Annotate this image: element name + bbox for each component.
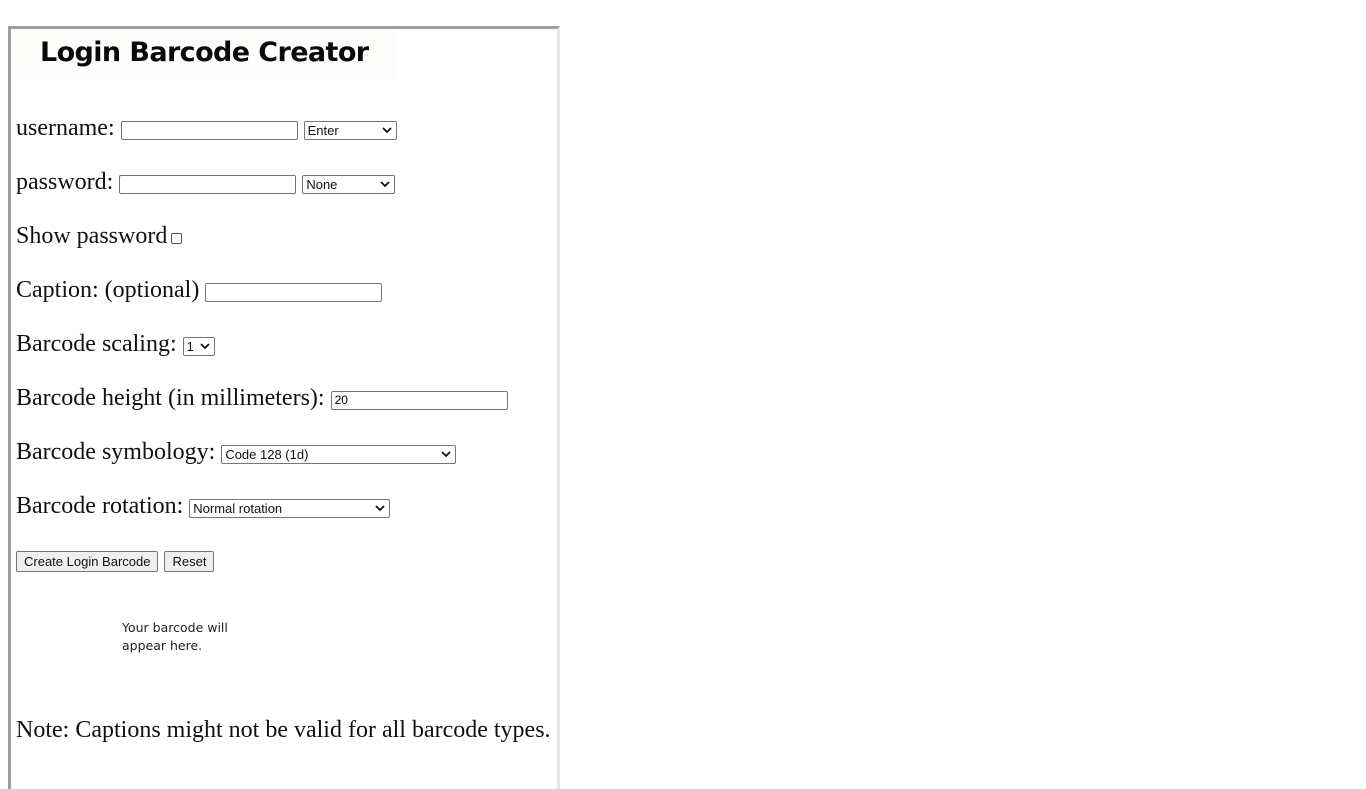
symbology-value: Code 128 (1d) (225, 446, 309, 462)
password-label: password: (16, 168, 114, 195)
chevron-down-icon (441, 450, 451, 457)
chevron-down-icon (375, 504, 385, 511)
caption-input[interactable] (205, 282, 383, 302)
rotation-value: Normal rotation (193, 500, 283, 516)
scaling-label: Barcode scaling: (16, 330, 177, 357)
symbology-select[interactable]: Code 128 (1d) (221, 444, 457, 464)
height-row: Barcode height (in millimeters): (16, 383, 508, 413)
rotation-label: Barcode rotation: (16, 492, 184, 519)
show-password-label: Show password (16, 222, 168, 249)
title-banner: Login Barcode Creator (13, 31, 395, 79)
symbology-row: Barcode symbology: Code 128 (1d) (16, 437, 457, 467)
password-input[interactable] (119, 174, 297, 194)
password-suffix-select[interactable]: None (302, 174, 396, 194)
reset-button[interactable]: Reset (164, 550, 215, 572)
username-label: username: (16, 114, 115, 141)
create-login-barcode-button[interactable]: Create Login Barcode (16, 550, 159, 572)
show-password-checkbox[interactable] (171, 232, 183, 244)
username-suffix-value: Enter (307, 122, 339, 138)
page-title: Login Barcode Creator (40, 37, 369, 68)
scaling-select[interactable]: 1 (182, 336, 215, 356)
scaling-row: Barcode scaling: 1 (16, 329, 215, 359)
barcode-output-placeholder: Your barcode will appear here. (122, 620, 228, 653)
barcode-height-input[interactable] (330, 390, 508, 410)
username-suffix-select[interactable]: Enter (303, 120, 397, 140)
show-password-row: Show password (16, 221, 183, 251)
password-row: password: None (16, 167, 396, 197)
chevron-down-icon (380, 180, 390, 187)
username-row: username: Enter (16, 113, 397, 143)
symbology-label: Barcode symbology: (16, 438, 216, 465)
rotation-row: Barcode rotation: Normal rotation (16, 491, 391, 521)
barcode-creator-frame: Login Barcode Creator username: Enter pa… (8, 26, 560, 789)
scaling-value: 1 (186, 338, 194, 354)
caption-label: Caption: (optional) (16, 276, 200, 303)
rotation-select[interactable]: Normal rotation (189, 498, 391, 518)
password-suffix-value: None (306, 176, 338, 192)
height-label: Barcode height (in millimeters): (16, 384, 325, 411)
caption-row: Caption: (optional) (16, 275, 383, 305)
action-buttons: Create Login Barcode Reset (16, 546, 220, 576)
username-input[interactable] (120, 120, 298, 140)
captions-note: Note: Captions might not be valid for al… (16, 717, 551, 743)
chevron-down-icon (199, 342, 210, 349)
chevron-down-icon (381, 126, 392, 133)
